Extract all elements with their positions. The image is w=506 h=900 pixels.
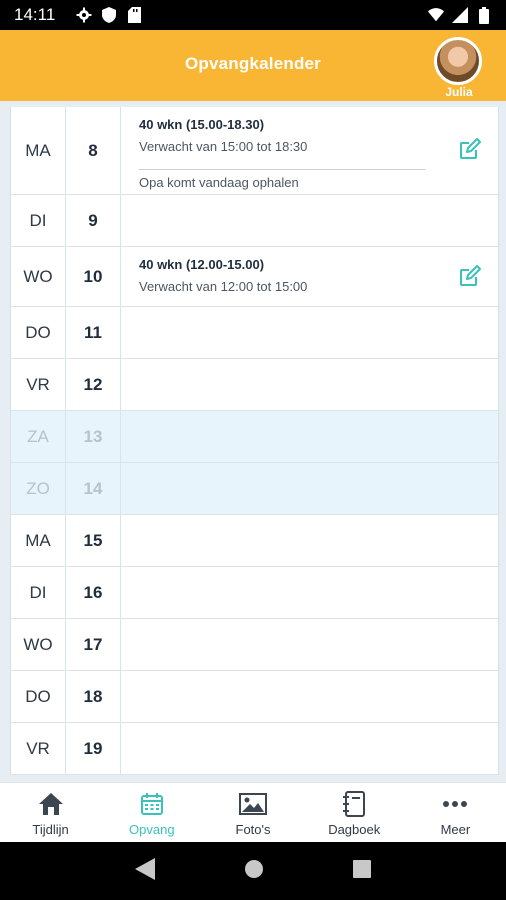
weekday-label: MA [11,515,66,566]
day-content[interactable] [121,515,498,566]
home-icon [37,791,65,817]
date-label: 11 [66,307,121,358]
calendar-table: MA 8 40 wkn (15.00-18.30) Verwacht van 15:0… [10,107,499,775]
app-header: Opvangkalender Julia [0,30,506,101]
bottom-nav: Tijdlijn Opvang Foto's Dagboek Meer [0,782,506,842]
event-title: 40 wkn (15.00-18.30) [139,117,265,132]
date-label: 19 [66,723,121,774]
divider [139,169,426,170]
date-label: 12 [66,359,121,410]
signal-icon [452,7,468,23]
date-label: 14 [66,463,121,514]
more-icon [441,791,469,817]
calendar-day-row[interactable]: DI 16 [11,567,498,619]
date-label: 8 [66,107,121,194]
calendar-day-row[interactable]: ZA 13 [11,411,498,463]
weekday-label: DI [11,567,66,618]
calendar-day-row[interactable]: WO 17 [11,619,498,671]
day-content[interactable] [121,619,498,670]
nav-item-opvang[interactable]: Opvang [101,783,202,842]
date-label: 17 [66,619,121,670]
avatar-name[interactable]: Julia [434,85,484,99]
date-label: 15 [66,515,121,566]
page-title: Opvangkalender [184,54,321,73]
nav-item-fotos[interactable]: Foto's [202,783,303,842]
calendar-day-row[interactable]: DO 18 [11,671,498,723]
date-label: 9 [66,195,121,246]
weekday-label: DI [11,195,66,246]
day-content[interactable] [121,195,498,246]
calendar-day-row[interactable]: MA 8 40 wkn (15.00-18.30) Verwacht van 15:0… [11,107,498,195]
day-content[interactable]: 40 wkn (15.00-18.30) Verwacht van 15:00 t… [121,107,498,194]
event-title: 40 wkn (12.00-15.00) [139,257,265,272]
calendar-day-row[interactable]: WO 10 40 wkn (12.00-15.00) Verwacht van 12:… [11,247,498,307]
day-content[interactable] [121,723,498,774]
nav-item-dagboek[interactable]: Dagboek [304,783,405,842]
avatar[interactable] [434,37,482,85]
battery-icon [476,6,492,24]
edit-icon[interactable] [458,137,482,161]
image-icon [239,791,267,817]
status-time: 14:11 [14,5,56,24]
edit-icon[interactable] [458,264,482,288]
weekday-label: DO [11,307,66,358]
home-button-icon[interactable] [244,859,264,884]
day-content[interactable] [121,567,498,618]
shield-icon [101,7,117,23]
weekday-label: VR [11,359,66,410]
notebook-icon [340,791,368,817]
weekday-label: ZO [11,463,66,514]
sd-card-icon [126,7,142,23]
calendar-day-row[interactable]: VR 19 [11,723,498,775]
nav-item-meer[interactable]: Meer [405,783,506,842]
date-label: 13 [66,411,121,462]
nav-label: Opvang [129,822,175,837]
calendar-day-row[interactable]: VR 12 [11,359,498,411]
day-content[interactable] [121,307,498,358]
wifi-icon [428,7,444,23]
nav-item-tijdlijn[interactable]: Tijdlijn [0,783,101,842]
weekday-label: MA [11,107,66,194]
date-label: 18 [66,671,121,722]
date-label: 10 [66,247,121,306]
weekday-label: DO [11,671,66,722]
calendar-list[interactable]: MA 8 40 wkn (15.00-18.30) Verwacht van 15:0… [0,101,506,782]
day-content[interactable]: 40 wkn (12.00-15.00) Verwacht van 12:00 t… [121,247,498,306]
nav-label: Foto's [235,822,271,837]
event-expected-time: Verwacht van 15:00 tot 18:30 [139,139,308,154]
calendar-day-row[interactable]: ZO 14 [11,463,498,515]
weekday-label: WO [11,247,66,306]
weekday-label: ZA [11,411,66,462]
status-bar: 14:11 [0,0,506,30]
day-content[interactable] [121,359,498,410]
system-nav-bar [0,842,506,900]
calendar-day-row[interactable]: DO 11 [11,307,498,359]
settings-icon [76,7,92,23]
event-note: Opa komt vandaag ophalen [139,175,299,190]
day-content[interactable] [121,411,498,462]
nav-label: Tijdlijn [32,822,69,837]
event-expected-time: Verwacht van 12:00 tot 15:00 [139,279,308,294]
calendar-icon [138,791,166,817]
recents-icon[interactable] [353,859,372,883]
weekday-label: WO [11,619,66,670]
calendar-day-row[interactable]: DI 9 [11,195,498,247]
weekday-label: VR [11,723,66,774]
day-content[interactable] [121,671,498,722]
calendar-day-row[interactable]: MA 15 [11,515,498,567]
day-content[interactable] [121,463,498,514]
date-label: 16 [66,567,121,618]
nav-label: Dagboek [328,822,381,837]
back-icon[interactable] [134,857,155,885]
nav-label: Meer [440,822,471,837]
